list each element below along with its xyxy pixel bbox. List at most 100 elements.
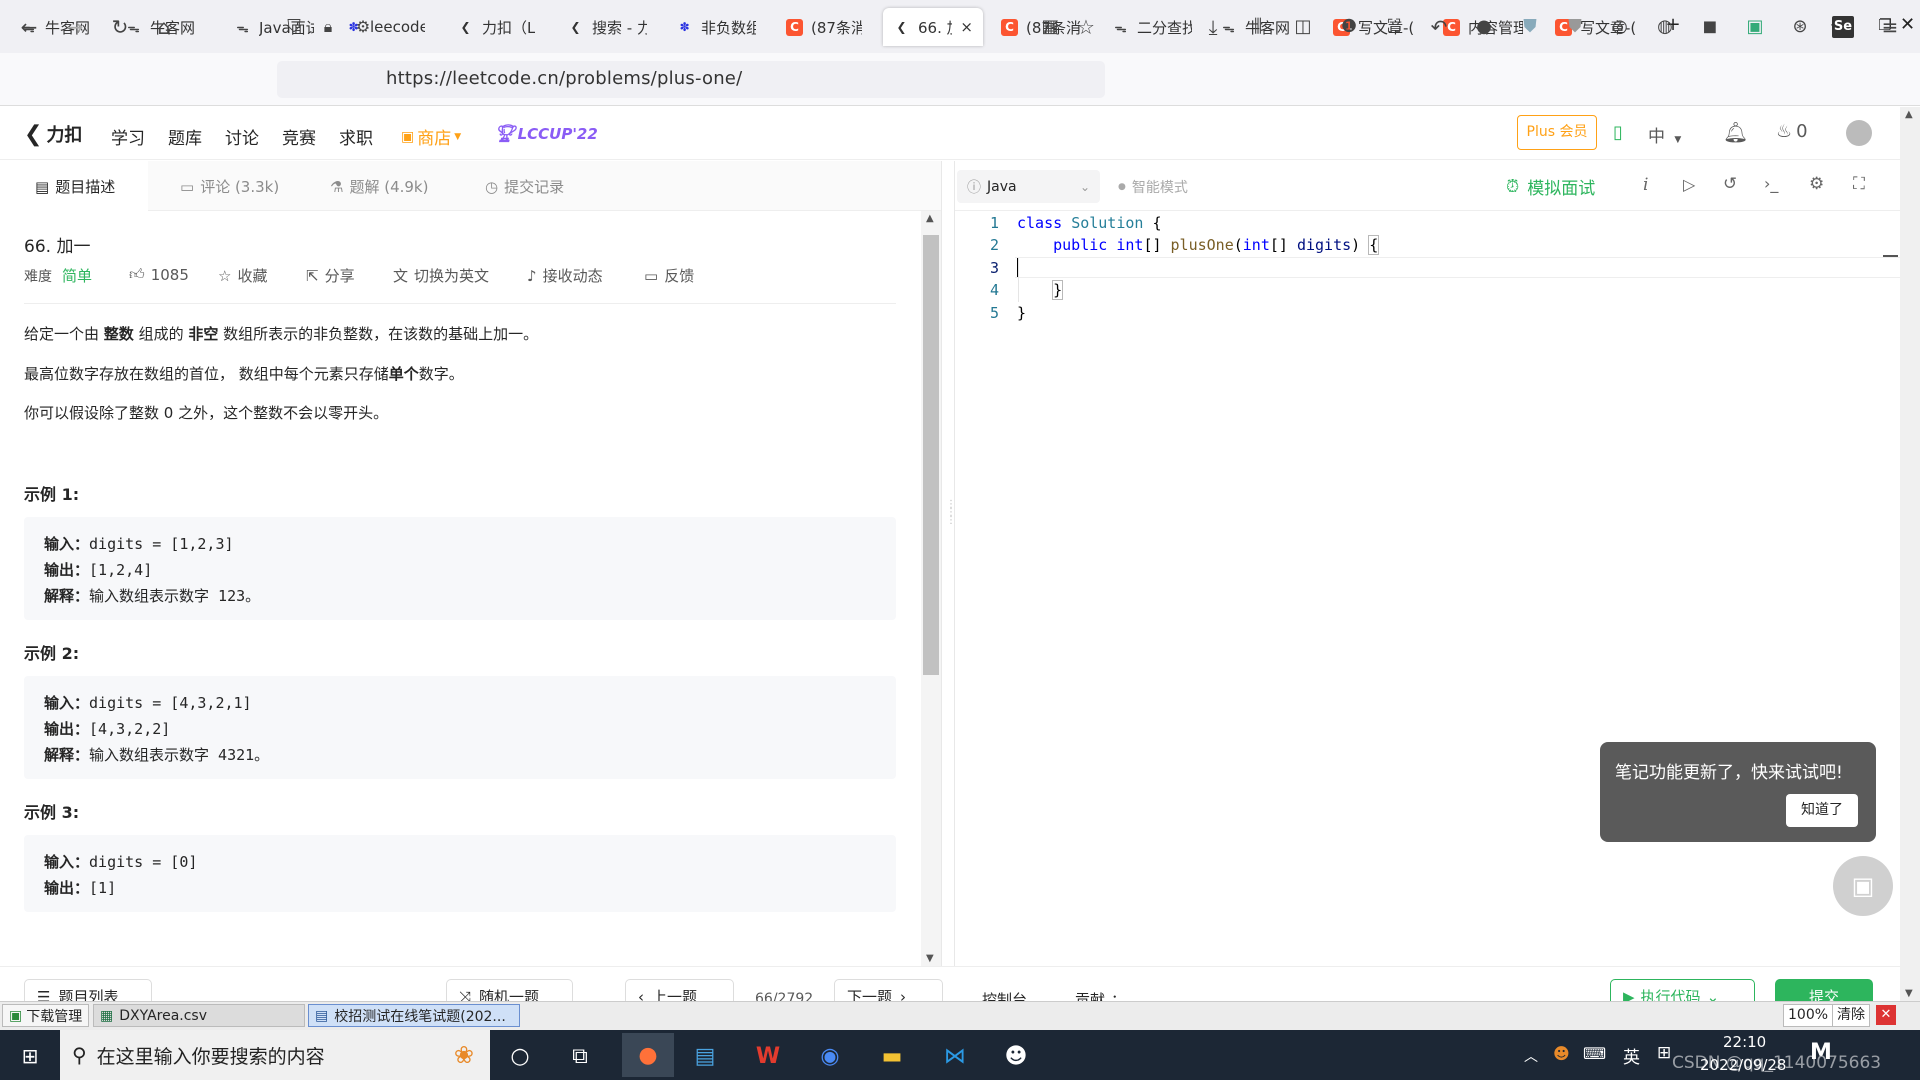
streak-counter[interactable]: ♨ 0 <box>1776 121 1808 142</box>
wps-taskbar-icon[interactable]: W <box>748 1036 788 1076</box>
clock-time[interactable]: 22:10 <box>1723 1033 1766 1051</box>
close-download-bar-icon[interactable]: ✕ <box>1876 1005 1896 1025</box>
tab-submissions[interactable]: ◷ 提交记录 <box>485 176 564 197</box>
privacy-extension-icon[interactable]: ⛊ <box>1562 14 1588 40</box>
cortana-icon[interactable]: ○ <box>500 1036 540 1076</box>
download-icon[interactable]: ⤓ <box>1200 14 1226 40</box>
terminal-icon[interactable]: ›_ <box>1764 174 1778 193</box>
reload-icon[interactable]: ↻ <box>107 14 133 40</box>
sidebar-icon[interactable]: ◫ <box>1290 14 1316 40</box>
mobile-app-icon[interactable]: ▯ <box>1613 122 1623 143</box>
subscribe-button[interactable]: ♪ 接收动态 <box>527 265 603 286</box>
clear-downloads-button[interactable]: 清除 <box>1832 1004 1870 1027</box>
scroll-thumb[interactable] <box>923 235 939 675</box>
browser-tab[interactable]: ❮ 力扣（L <box>447 8 547 46</box>
windows-start-icon[interactable]: ⊞ <box>10 1036 50 1076</box>
screenshot-extension-icon[interactable]: ▣ <box>1742 14 1768 40</box>
tray-chevron-up-icon[interactable]: ︿ <box>1524 1046 1538 1066</box>
pane-splitter[interactable]: ⋮ ⋮ ⋮ <box>941 161 956 966</box>
notes-floating-button[interactable]: ▣ <box>1833 856 1893 916</box>
chrome-taskbar-icon[interactable]: ◉ <box>810 1036 850 1076</box>
submit-button[interactable]: 提交 <box>1775 979 1873 1001</box>
tab-description[interactable]: ▤ 题目描述 <box>35 176 115 197</box>
notepad-taskbar-icon[interactable]: ▤ <box>685 1036 725 1076</box>
ime-mode-icon[interactable]: ⊞ <box>1657 1043 1671 1063</box>
undo-close-icon[interactable]: ↶ <box>1426 14 1452 40</box>
nav-study[interactable]: 学习 <box>111 124 145 149</box>
language-select[interactable]: ⓘ Java ⌄ <box>957 170 1100 203</box>
lccup-banner[interactable]: 🏆︎ LCCUP'22 <box>494 124 598 144</box>
code-line-5[interactable]: } <box>1017 304 1026 322</box>
code-line-4[interactable]: } <box>1017 280 1064 300</box>
problem-list-button[interactable]: ☰ 题目列表 <box>24 979 152 1001</box>
scroll-up-icon[interactable]: ▲ <box>926 213 934 224</box>
nav-discuss[interactable]: 讨论 <box>225 124 259 149</box>
nav-problemset[interactable]: 题库 <box>168 124 202 149</box>
zoom-level[interactable]: 100% <box>1783 1004 1834 1027</box>
sync-extension-icon[interactable]: ◎ <box>1607 14 1633 40</box>
tampermonkey-icon[interactable]: ◼ <box>1697 14 1723 40</box>
scroll-down-icon[interactable]: ▼ <box>926 953 934 964</box>
back-icon[interactable]: ← <box>16 14 42 40</box>
tray-app-icon[interactable]: ☻ <box>1553 1044 1570 1063</box>
library-icon[interactable]: ⫼ <box>1245 14 1271 40</box>
description-scrollbar[interactable]: ▲ ▼ <box>921 211 941 966</box>
download-item-csv[interactable]: ▦ DXYArea.csv <box>93 1004 305 1027</box>
prev-problem-button[interactable]: ‹ 上一题 <box>625 979 734 1001</box>
nav-contest[interactable]: 竞赛 <box>282 124 316 149</box>
switch-language-button[interactable]: 文 切换为英文 <box>393 265 489 286</box>
tab-comments[interactable]: ▭ 评论 (3.3k) <box>180 176 279 197</box>
avatar[interactable] <box>1846 120 1872 146</box>
crop-icon[interactable]: ⛶ <box>1381 14 1407 40</box>
code-line-1[interactable]: class Solution { <box>1017 214 1162 232</box>
page-scrollbar[interactable]: ▲ ▼ <box>1900 107 1920 1001</box>
mock-interview-button[interactable]: ⏰︎ 模拟面试 <box>1506 174 1595 200</box>
fullscreen-icon[interactable]: ⛶ <box>1853 174 1865 194</box>
random-problem-button[interactable]: ⤨ 随机一题 <box>446 979 573 1001</box>
smart-mode-toggle[interactable]: ● 智能模式 <box>1118 177 1188 197</box>
plus-member-button[interactable]: Plus 会员 <box>1517 115 1597 150</box>
download-item-doc[interactable]: ▤ 校招测试在线笔试题(202... <box>308 1004 520 1027</box>
scroll-down-icon[interactable]: ▼ <box>1905 988 1913 999</box>
vscode-taskbar-icon[interactable]: ⋈ <box>935 1036 975 1076</box>
like-button[interactable]: 👍︎ 1085 <box>129 265 189 284</box>
nav-store[interactable]: ▣ 商店 ▼ <box>401 124 461 150</box>
selenium-icon[interactable]: Se <box>1832 16 1854 38</box>
notification-bell-icon[interactable]: 🔔︎ <box>1723 120 1748 144</box>
browser-tab[interactable]: ❮ 搜索 - 力 <box>557 8 657 46</box>
scroll-up-icon[interactable]: ▲ <box>1905 109 1913 120</box>
run-code-button[interactable]: ▶ 执行代码 ⌄ <box>1610 979 1755 1001</box>
reset-icon[interactable]: ↺ <box>1723 174 1737 194</box>
forward-icon[interactable]: → <box>62 14 88 40</box>
code-editor[interactable] <box>955 211 1900 966</box>
tab-close-icon[interactable]: × <box>960 18 973 36</box>
next-problem-button[interactable]: 下一题 › <box>834 979 943 1001</box>
feedback-button[interactable]: ▭ 反馈 <box>644 265 694 286</box>
task-view-icon[interactable]: ⧉ <box>560 1036 600 1076</box>
firefox-taskbar-icon[interactable]: ● <box>622 1033 674 1077</box>
bookmark-star-icon[interactable]: ☆ <box>1073 14 1099 40</box>
extension-badge-icon[interactable]: ❶ <box>1336 14 1362 40</box>
browser-tab[interactable]: ᯓ Java面试 <box>224 8 324 46</box>
leetcode-logo[interactable]: ❮ 力扣 <box>24 121 82 147</box>
info-italic-icon[interactable]: i <box>1643 175 1648 195</box>
ime-indicator[interactable]: 英 <box>1623 1043 1640 1068</box>
qr-code-icon[interactable]: ▦ <box>1037 14 1063 40</box>
browser-tab[interactable]: C (87条消 <box>776 8 872 46</box>
toast-dismiss-button[interactable]: 知道了 <box>1786 794 1858 827</box>
language-switch[interactable]: 中 ▼ <box>1648 122 1681 147</box>
translate-extension-icon[interactable]: ⊛ <box>1787 14 1813 40</box>
home-icon[interactable]: ⌂ <box>151 14 177 40</box>
console-toggle[interactable]: 控制台 ⌄ <box>982 989 1046 1001</box>
qq-taskbar-icon[interactable]: ☻ <box>996 1036 1036 1076</box>
extension-icon[interactable]: ● <box>1471 14 1497 40</box>
globe-icon[interactable]: ◍ <box>1652 14 1678 40</box>
settings-icon[interactable]: ⚙ <box>1809 174 1824 194</box>
url-text[interactable]: https://leetcode.cn/problems/plus-one/ <box>386 68 742 89</box>
browser-tab[interactable]: ❮ 66. 加 × <box>883 8 983 46</box>
file-explorer-taskbar-icon[interactable]: ▬ <box>872 1036 912 1076</box>
contribute-link[interactable]: 贡献 ： <box>1075 989 1126 1001</box>
browser-tab[interactable]: ✽ 非负数组 <box>666 8 766 46</box>
permissions-icon[interactable]: ⚙ <box>350 14 376 40</box>
taskbar-search-box[interactable]: ⚲ 在这里输入你要搜索的内容 ❀ <box>60 1030 490 1080</box>
